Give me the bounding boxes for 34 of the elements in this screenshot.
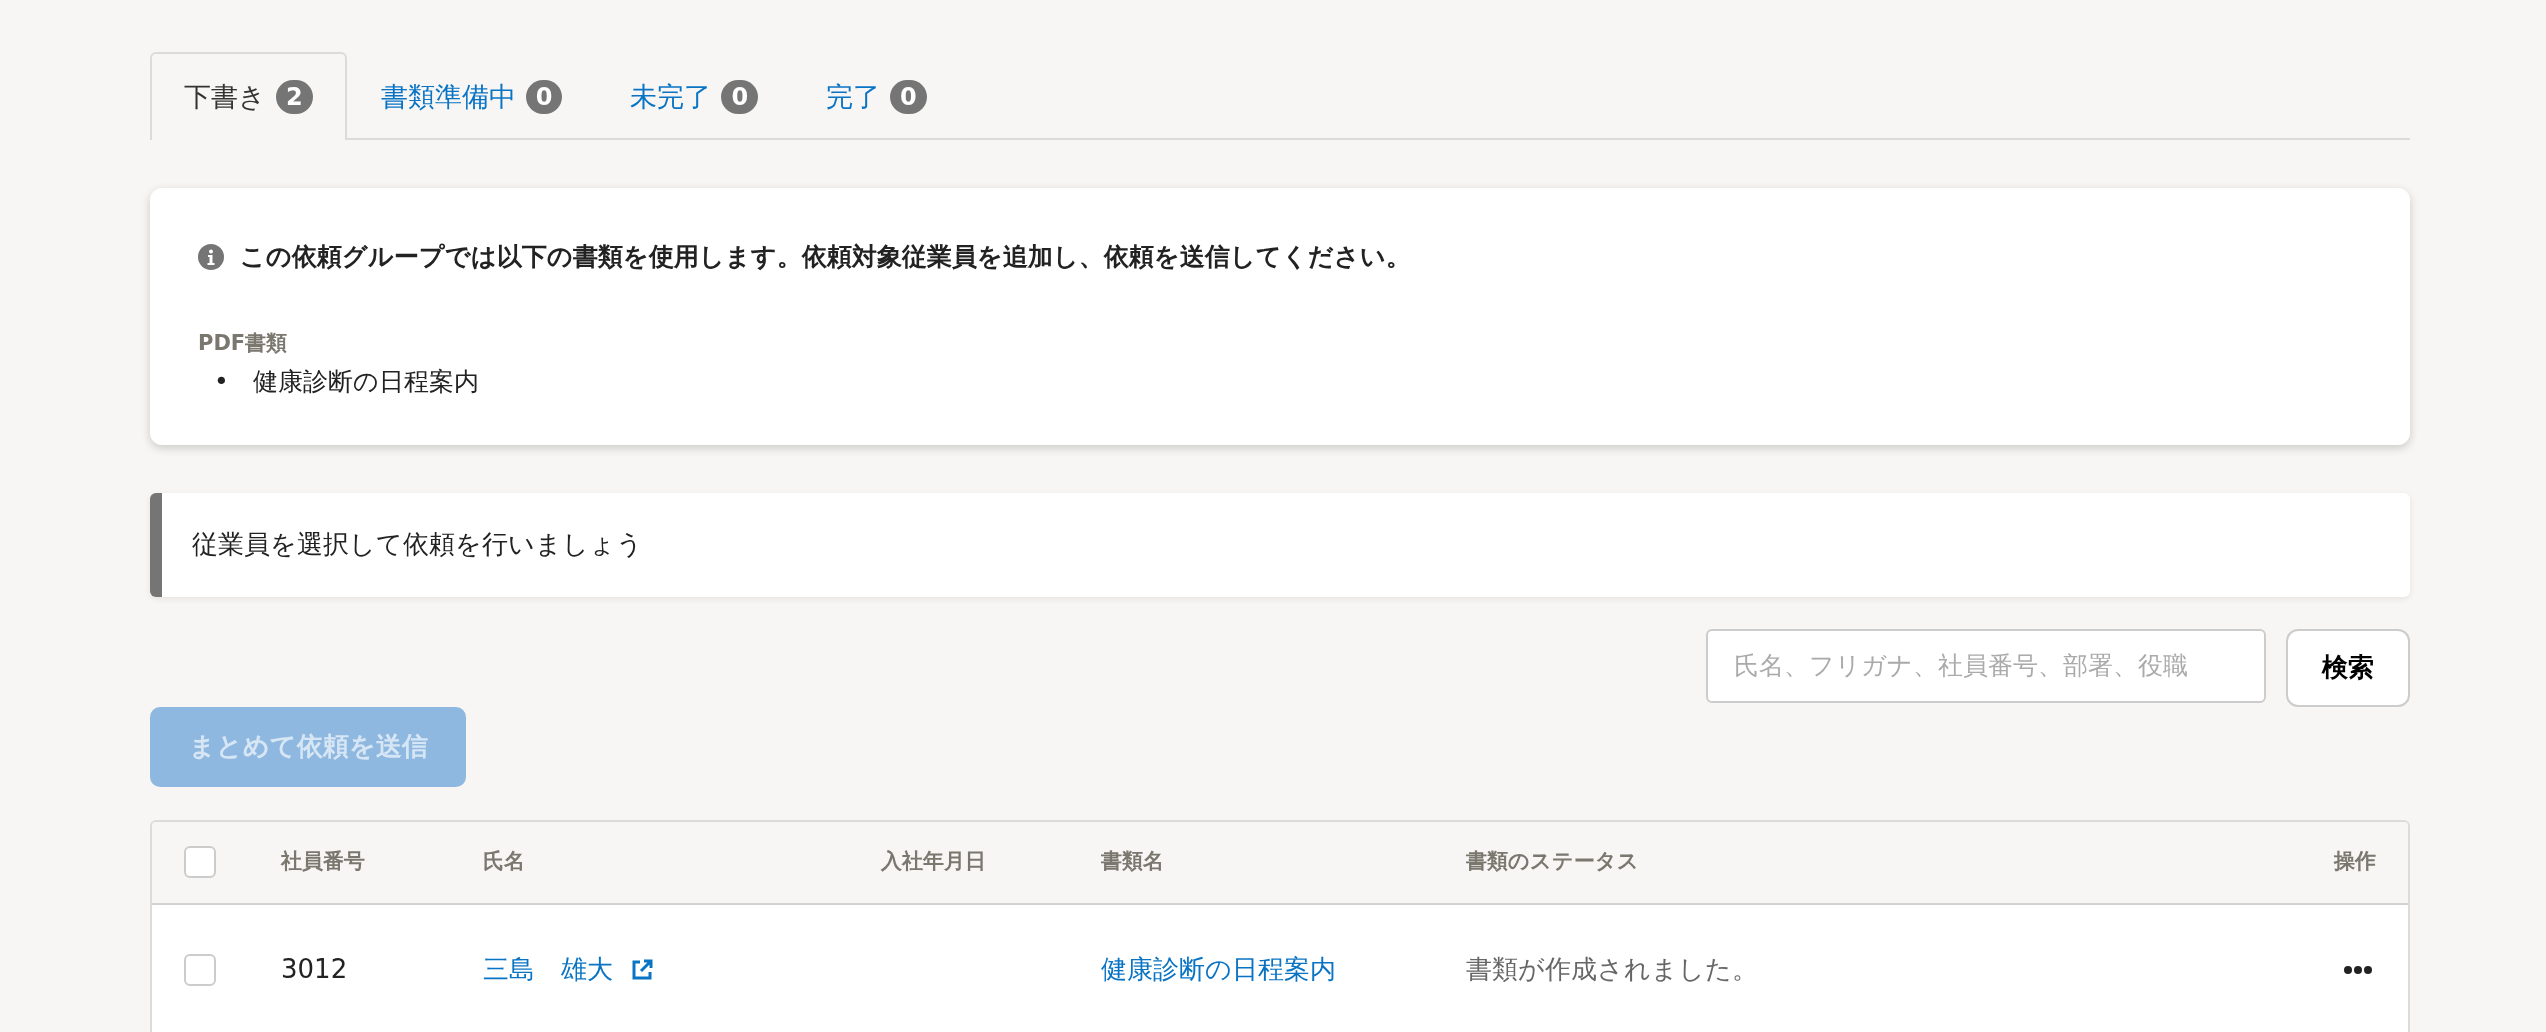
external-link-icon (631, 959, 654, 981)
info-icon (198, 243, 224, 270)
search-button[interactable]: 検索 (2286, 628, 2410, 707)
count-badge: 0 (525, 80, 563, 114)
tab[interactable]: 下書き 2 (150, 52, 347, 140)
tab-label: 書類準備中 (380, 79, 516, 114)
document-item: 健康診断の日程案内 (252, 366, 479, 398)
count-badge: 0 (721, 80, 759, 114)
status-text: 書類が作成されました。 (1466, 953, 1758, 984)
checkbox[interactable] (184, 846, 216, 878)
column-header: 氏名 (483, 849, 525, 874)
more-icon[interactable] (2344, 966, 2372, 974)
column-header: 書類名 (1101, 849, 1164, 874)
column-header: 入社年月日 (881, 849, 986, 874)
document-link[interactable]: 健康診断の日程案内 (1101, 953, 1336, 984)
tab-label: 未完了 (630, 79, 712, 114)
info-message: この依頼グループでは以下の書類を使用します。依頼対象従業員を追加し、依頼を送信してください。 (240, 241, 1411, 273)
prompt-banner: 従業員を選択して依頼を行いましょう (150, 492, 2410, 597)
section-label: PDF書類 (198, 329, 289, 357)
tab[interactable]: 書類準備中 0 (346, 52, 597, 140)
bullet-mark: • (214, 366, 229, 398)
tab-label: 完了 (826, 79, 881, 114)
search-field[interactable]: 氏名、フリガナ、社員番号、部署、役職 (1706, 628, 2266, 703)
count-badge: 2 (276, 80, 313, 114)
employee-number: 3012 (281, 953, 348, 984)
column-header: 社員番号 (281, 849, 365, 874)
tab[interactable]: 未完了 0 (596, 52, 793, 140)
column-header: 書類のステータス (1466, 849, 1639, 874)
tab[interactable]: 完了 0 (792, 52, 961, 140)
checkbox[interactable] (184, 954, 216, 986)
tab-label: 下書き (184, 79, 266, 114)
employee-name-link[interactable]: 三島 雄大 (483, 949, 613, 989)
count-badge: 0 (890, 80, 927, 114)
column-header: 操作 (2334, 849, 2376, 874)
